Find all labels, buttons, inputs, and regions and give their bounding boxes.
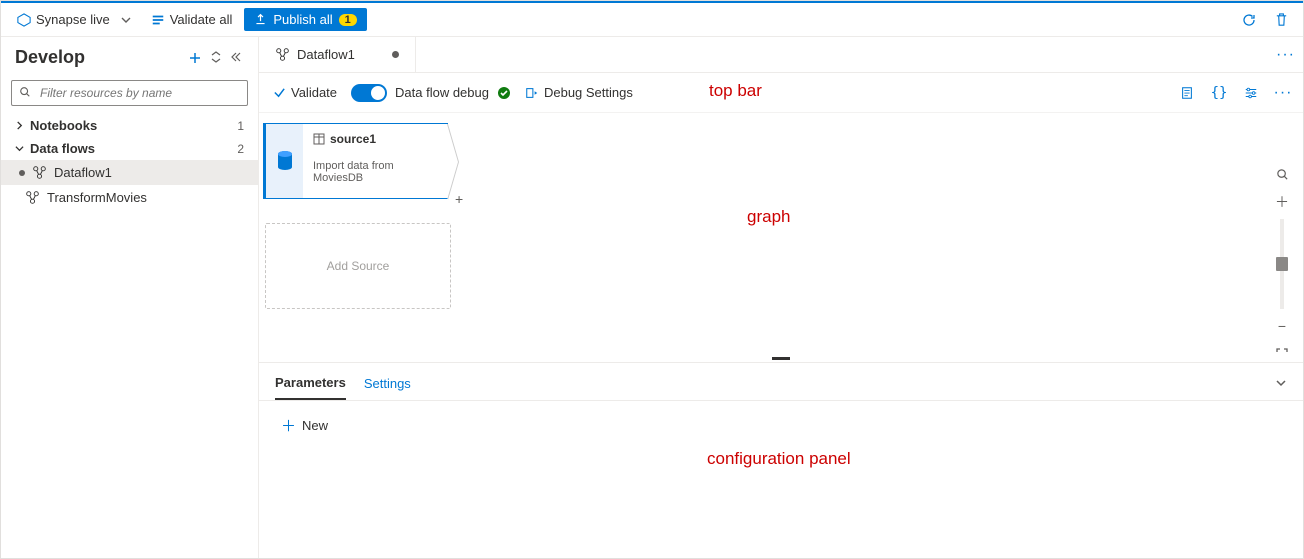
new-parameter-button[interactable]: ＋ New	[281, 415, 1281, 436]
dataflow-canvas[interactable]: source1 Import data from MoviesDB + Add …	[259, 113, 1303, 356]
tree-section-notebooks[interactable]: Notebooks 1	[1, 114, 258, 137]
validate-label: Validate	[291, 85, 337, 100]
publish-all-label: Publish all	[273, 12, 332, 27]
search-icon	[19, 86, 31, 98]
tab-dataflow1[interactable]: Dataflow1	[259, 37, 416, 72]
script-icon	[1180, 86, 1194, 100]
validate-button[interactable]: Validate	[267, 81, 343, 104]
publish-count-badge: 1	[339, 14, 357, 26]
top-command-bar: Synapse live Validate all Publish all 1	[1, 1, 1303, 37]
canvas-toolbar: Validate Data flow debug Debug Settings	[259, 73, 1303, 113]
check-icon	[273, 86, 286, 99]
dataflow-icon	[32, 165, 47, 180]
tab-more-button[interactable]: ···	[1276, 46, 1295, 64]
sliders-icon	[1244, 86, 1258, 100]
new-label: New	[302, 418, 328, 433]
unsaved-indicator	[19, 170, 25, 176]
chevron-down-icon	[121, 15, 131, 25]
expand-all-button[interactable]	[208, 49, 224, 67]
annotation-config: configuration panel	[707, 449, 851, 469]
zoom-search-button[interactable]	[1271, 163, 1293, 185]
synapse-live-label: Synapse live	[36, 12, 110, 27]
double-chevron-icon	[210, 51, 222, 63]
tree-section-dataflows[interactable]: Data flows 2	[1, 137, 258, 160]
add-transform-button[interactable]: +	[455, 191, 463, 207]
database-icon	[275, 149, 295, 173]
debug-settings-label: Debug Settings	[544, 85, 633, 100]
collapse-panel-button[interactable]	[1275, 377, 1287, 395]
tree-item-transformmovies[interactable]: TransformMovies	[1, 185, 258, 210]
add-source-placeholder[interactable]: Add Source	[265, 223, 451, 309]
settings-play-icon	[525, 86, 539, 100]
debug-toggle[interactable]	[351, 84, 387, 102]
table-icon	[313, 133, 325, 145]
editor-tab-strip: Dataflow1 ···	[259, 37, 1303, 73]
config-tab-settings[interactable]: Settings	[364, 372, 411, 399]
sidebar-title: Develop	[15, 47, 85, 68]
develop-sidebar: Develop	[1, 37, 259, 558]
config-tab-parameters[interactable]: Parameters	[275, 371, 346, 400]
publish-all-button[interactable]: Publish all 1	[244, 8, 366, 31]
section-label: Notebooks	[30, 118, 97, 133]
validate-all-button[interactable]: Validate all	[143, 8, 241, 31]
validate-all-label: Validate all	[170, 12, 233, 27]
plus-icon	[188, 51, 202, 65]
tree-item-label: TransformMovies	[47, 190, 147, 205]
refresh-icon	[1241, 12, 1257, 28]
unsaved-indicator	[392, 51, 399, 58]
configuration-panel: Parameters Settings ＋ New configuration …	[259, 362, 1303, 558]
debug-status-icon	[497, 86, 511, 100]
toolbar-script-button[interactable]	[1175, 81, 1199, 105]
zoom-out-button[interactable]: −	[1271, 315, 1293, 337]
section-label: Data flows	[30, 141, 95, 156]
section-count: 2	[237, 142, 244, 156]
filter-input[interactable]	[11, 80, 248, 106]
zoom-fit-button[interactable]	[1271, 343, 1293, 356]
tree-item-dataflow1[interactable]: Dataflow1	[1, 160, 258, 185]
synapse-icon	[17, 13, 31, 27]
toolbar-more-button[interactable]: ···	[1271, 81, 1295, 105]
annotation-graph: graph	[747, 207, 790, 227]
toolbar-filter-button[interactable]	[1239, 81, 1263, 105]
dataflow-icon	[25, 190, 40, 205]
refresh-button[interactable]	[1235, 6, 1263, 34]
debug-settings-button[interactable]: Debug Settings	[519, 81, 639, 104]
fit-icon	[1275, 347, 1289, 356]
plus-icon: ＋	[281, 415, 296, 436]
add-resource-button[interactable]	[186, 49, 204, 67]
search-icon	[1276, 168, 1289, 181]
publish-icon	[254, 13, 267, 26]
zoom-in-button[interactable]: ＋	[1271, 191, 1293, 213]
source-node[interactable]: source1 Import data from MoviesDB	[263, 123, 448, 199]
toolbar-braces-button[interactable]: {}	[1207, 81, 1231, 105]
chevron-right-icon	[15, 121, 24, 130]
annotation-topbar: top bar	[709, 81, 762, 101]
zoom-slider[interactable]	[1280, 219, 1284, 309]
chevron-down-icon	[1275, 377, 1287, 389]
section-count: 1	[237, 119, 244, 133]
tree-item-label: Dataflow1	[54, 165, 112, 180]
synapse-live-dropdown[interactable]: Synapse live	[9, 8, 139, 31]
checklist-icon	[151, 13, 165, 27]
chevron-down-icon	[15, 144, 24, 153]
tab-label: Dataflow1	[297, 47, 355, 62]
node-title: source1	[330, 132, 376, 146]
delete-button[interactable]	[1267, 6, 1295, 34]
dataflow-icon	[275, 47, 290, 62]
trash-icon	[1274, 12, 1289, 27]
collapse-sidebar-button[interactable]	[228, 49, 244, 67]
zoom-control: ＋ −	[1269, 163, 1295, 356]
chevron-left-double-icon	[230, 51, 242, 63]
node-description: Import data from MoviesDB	[313, 160, 437, 184]
zoom-thumb[interactable]	[1276, 257, 1288, 271]
add-source-label: Add Source	[327, 259, 390, 273]
debug-toggle-label: Data flow debug	[395, 85, 489, 100]
